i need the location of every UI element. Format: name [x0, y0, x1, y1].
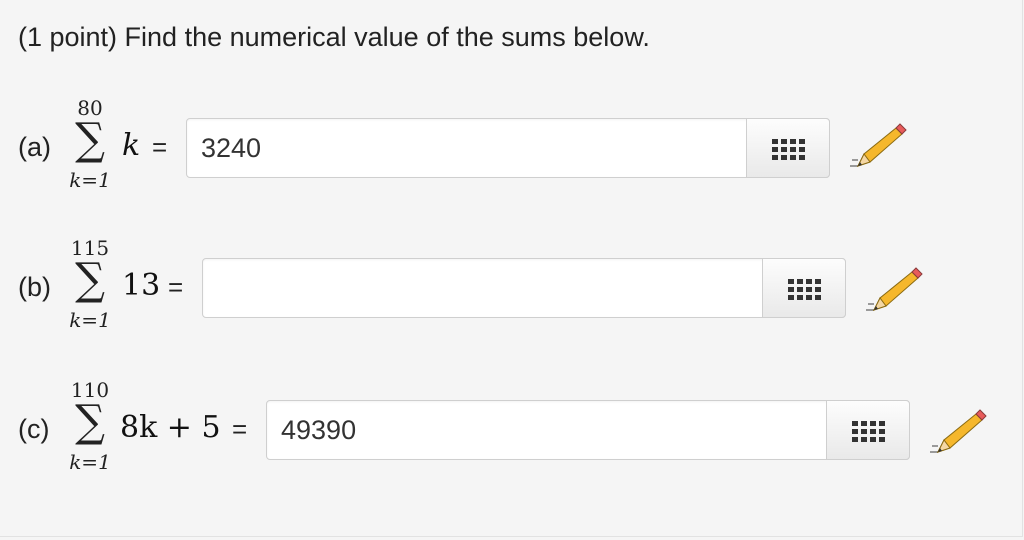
- answer-field-c: [266, 400, 910, 460]
- pencil-edit-icon[interactable]: [864, 266, 924, 316]
- answer-input[interactable]: [187, 119, 747, 177]
- problem-c: (c) 110 ∑ k=1 8k + 5 =: [0, 378, 1024, 498]
- equation-palette-icon: [788, 279, 821, 300]
- problem-label: (a): [18, 132, 51, 162]
- problem-label: (b): [18, 272, 51, 302]
- problem-prompt: (1 point) Find the numerical value of th…: [18, 22, 650, 52]
- problem-label: (c): [18, 414, 50, 444]
- equation-palette-icon: [852, 421, 885, 442]
- pencil-edit-icon[interactable]: [928, 408, 988, 458]
- problem-panel: (1 point) Find the numerical value of th…: [0, 0, 1023, 537]
- summand-expression: 13: [122, 268, 161, 303]
- answer-input[interactable]: [267, 401, 827, 459]
- equation-palette-button[interactable]: [826, 400, 910, 460]
- summand-expression: 8k + 5: [120, 410, 221, 445]
- problem-b: (b) 115 ∑ k=1 13 =: [0, 236, 1024, 356]
- sigma-symbol: ∑: [75, 396, 105, 447]
- equals-sign: =: [152, 132, 168, 162]
- answer-input[interactable]: [203, 259, 763, 317]
- sum-lower-limit: k=1: [69, 450, 111, 474]
- equals-sign: =: [232, 414, 248, 444]
- equation-palette-icon: [772, 139, 805, 160]
- equals-sign: =: [168, 272, 184, 302]
- problem-a: (a) 80 ∑ k=1 k =: [0, 96, 1024, 216]
- equation-palette-button[interactable]: [746, 118, 830, 178]
- equation-palette-button[interactable]: [762, 258, 846, 318]
- sum-lower-limit: k=1: [69, 308, 111, 332]
- sum-lower-limit: k=1: [69, 168, 111, 192]
- pencil-edit-icon[interactable]: [848, 122, 908, 172]
- sigma-symbol: ∑: [75, 254, 105, 305]
- sigma-symbol: ∑: [75, 114, 105, 165]
- summand-expression: k: [122, 128, 141, 163]
- answer-field-b: [202, 258, 846, 318]
- answer-field-a: [186, 118, 830, 178]
